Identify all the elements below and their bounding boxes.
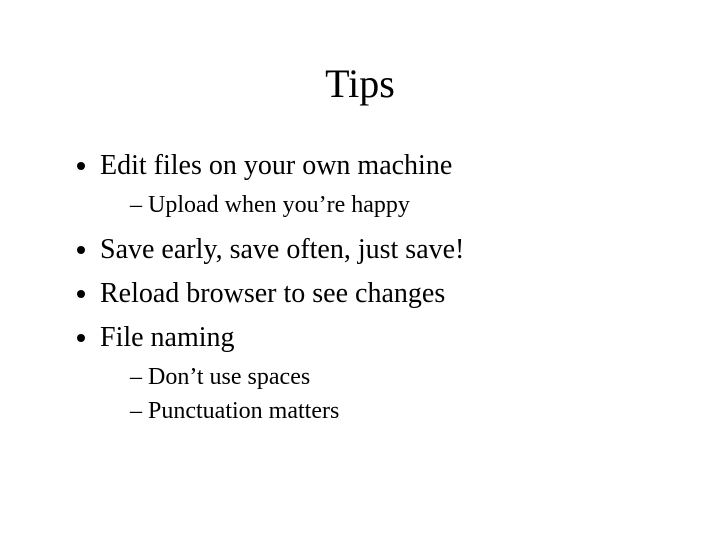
bullet-item: File naming Don’t use spaces Punctuation… bbox=[100, 319, 660, 428]
sub-bullet-text: Punctuation matters bbox=[148, 398, 339, 424]
bullet-text: Edit files on your own machine bbox=[100, 150, 452, 181]
bullet-item: Reload browser to see changes bbox=[100, 275, 660, 313]
sub-bullet-item: Don’t use spaces bbox=[130, 361, 660, 393]
slide: Tips Edit files on your own machine Uplo… bbox=[0, 0, 720, 540]
sub-bullet-list: Upload when you’re happy bbox=[100, 189, 660, 221]
bullet-text: Reload browser to see changes bbox=[100, 278, 445, 309]
bullet-item: Edit files on your own machine Upload wh… bbox=[100, 147, 660, 221]
bullet-item: Save early, save often, just save! bbox=[100, 231, 660, 269]
bullet-text: Save early, save often, just save! bbox=[100, 234, 464, 265]
slide-title: Tips bbox=[60, 60, 660, 107]
sub-bullet-list: Don’t use spaces Punctuation matters bbox=[100, 361, 660, 428]
sub-bullet-item: Punctuation matters bbox=[130, 395, 660, 427]
sub-bullet-item: Upload when you’re happy bbox=[130, 189, 660, 221]
bullet-list: Edit files on your own machine Upload wh… bbox=[60, 147, 660, 427]
sub-bullet-text: Upload when you’re happy bbox=[148, 192, 410, 218]
sub-bullet-text: Don’t use spaces bbox=[148, 364, 310, 390]
bullet-text: File naming bbox=[100, 322, 235, 353]
